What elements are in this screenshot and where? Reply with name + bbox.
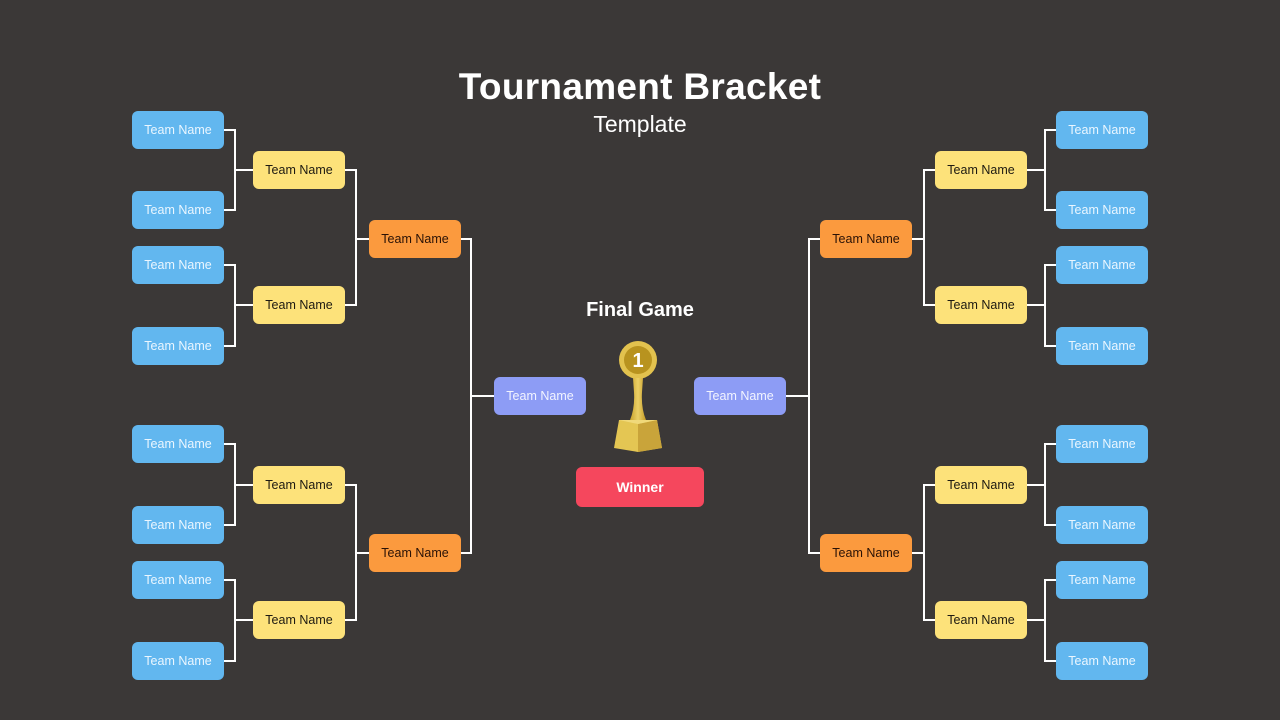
winner-box[interactable]: Winner	[576, 467, 704, 507]
right-round1-team-7[interactable]: Team Name	[1056, 561, 1148, 599]
left-round1-team-3[interactable]: Team Name	[132, 246, 224, 284]
right-round1-team-1[interactable]: Team Name	[1056, 111, 1148, 149]
left-round2-team-2[interactable]: Team Name	[253, 286, 345, 324]
right-round1-team-4[interactable]: Team Name	[1056, 327, 1148, 365]
right-round3-team-2[interactable]: Team Name	[820, 534, 912, 572]
right-round2-team-1[interactable]: Team Name	[935, 151, 1027, 189]
right-round2-connector-4	[1027, 579, 1056, 662]
left-round1-team-1[interactable]: Team Name	[132, 111, 224, 149]
right-round2-team-3[interactable]: Team Name	[935, 466, 1027, 504]
left-round1-team-5[interactable]: Team Name	[132, 425, 224, 463]
left-round2-team-3[interactable]: Team Name	[253, 466, 345, 504]
left-round2-connector-2	[224, 264, 253, 347]
right-round1-team-3[interactable]: Team Name	[1056, 246, 1148, 284]
right-round3-connector-1	[912, 169, 935, 306]
left-round1-team-8[interactable]: Team Name	[132, 642, 224, 680]
trophy-icon: 1	[614, 341, 662, 452]
right-round2-connector-1	[1027, 129, 1056, 211]
trophy-number: 1	[632, 350, 643, 372]
left-round3-team-2[interactable]: Team Name	[369, 534, 461, 572]
right-round1-team-5[interactable]: Team Name	[1056, 425, 1148, 463]
right-round2-team-4[interactable]: Team Name	[935, 601, 1027, 639]
left-round2-connector-3	[224, 443, 253, 526]
left-round1-team-6[interactable]: Team Name	[132, 506, 224, 544]
left-semifinal-connector-1	[461, 238, 494, 554]
left-round2-team-4[interactable]: Team Name	[253, 601, 345, 639]
left-round3-connector-1	[345, 169, 369, 306]
right-round2-connector-2	[1027, 264, 1056, 347]
left-semifinal-team-1[interactable]: Team Name	[494, 377, 586, 415]
right-round2-connector-3	[1027, 443, 1056, 526]
left-round3-connector-2	[345, 484, 369, 621]
right-semifinal-team-1[interactable]: Team Name	[694, 377, 786, 415]
left-round1-team-7[interactable]: Team Name	[132, 561, 224, 599]
right-round3-connector-2	[912, 484, 935, 621]
final-game-title: Final Game	[586, 299, 694, 321]
left-round1-team-2[interactable]: Team Name	[132, 191, 224, 229]
right-round1-team-2[interactable]: Team Name	[1056, 191, 1148, 229]
left-round2-connector-4	[224, 579, 253, 662]
left-round2-team-1[interactable]: Team Name	[253, 151, 345, 189]
left-round1-team-4[interactable]: Team Name	[132, 327, 224, 365]
right-round1-team-8[interactable]: Team Name	[1056, 642, 1148, 680]
right-round2-team-2[interactable]: Team Name	[935, 286, 1027, 324]
right-semifinal-connector-1	[786, 238, 820, 554]
left-round3-team-1[interactable]: Team Name	[369, 220, 461, 258]
right-round1-team-6[interactable]: Team Name	[1056, 506, 1148, 544]
left-round2-connector-1	[224, 129, 253, 211]
right-round3-team-1[interactable]: Team Name	[820, 220, 912, 258]
